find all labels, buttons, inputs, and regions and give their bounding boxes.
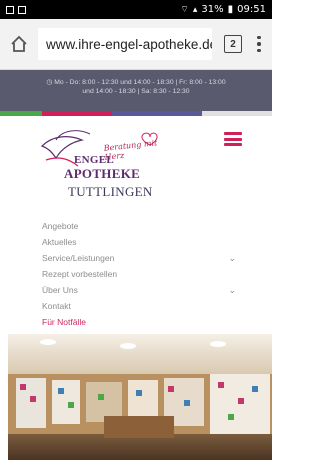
tab-count: 2 (230, 38, 236, 50)
nav-item-angebote[interactable]: Angebote (42, 218, 242, 234)
nav-item-kontakt[interactable]: Kontakt (42, 298, 242, 314)
browser-menu-button[interactable] (252, 35, 266, 53)
logo-line-apotheke: APOTHEKE (64, 166, 141, 181)
battery-percent: 31% (201, 4, 224, 15)
nav-item-aktuelles[interactable]: Aktuelles (42, 234, 242, 250)
status-bar: ⌔ ▴ 31% ▮ 09:51 (0, 0, 272, 19)
nav-label: Kontakt (42, 301, 71, 311)
store-photo-graphic (8, 334, 272, 460)
hamburger-menu-button[interactable] (224, 132, 242, 146)
home-icon (11, 35, 27, 52)
nav-item-ueber-uns[interactable]: Über Uns ⌄ (42, 282, 242, 298)
notification-icon (6, 5, 14, 14)
store-interior-photo (8, 334, 272, 460)
nav-item-rezept[interactable]: Rezept vorbestellen (42, 266, 242, 282)
chevron-down-icon[interactable]: ⌄ (228, 285, 236, 296)
stripe-gray (202, 111, 272, 116)
nav-label: Aktuelles (42, 237, 77, 247)
logo-line-tuttlingen: TUTTLINGEN (68, 184, 153, 199)
gallery-icon (18, 5, 26, 14)
nav-label: Über Uns (42, 285, 78, 295)
nav-item-service[interactable]: Service/Leistungen ⌄ (42, 250, 242, 266)
nav-label: Rezept vorbestellen (42, 269, 118, 279)
wifi-icon: ⌔ (180, 5, 189, 15)
chevron-down-icon[interactable]: ⌄ (228, 253, 236, 264)
tab-switcher-button[interactable]: 2 (224, 35, 242, 53)
url-text: www.ihre-engel-apotheke.de (46, 36, 212, 52)
hamburger-menu-icon (224, 132, 242, 135)
stripe-pink (42, 111, 112, 116)
main-nav: Angebote Aktuelles Service/Leistungen ⌄ … (42, 218, 242, 330)
battery-icon: ▮ (227, 4, 234, 15)
opening-hours-banner: ◷ Mo - Do: 8:00 - 12:30 und 14:00 - 18:3… (0, 70, 272, 111)
browser-toolbar: www.ihre-engel-apotheke.de 2 (0, 19, 272, 70)
more-vert-icon (257, 35, 261, 40)
nav-label: Angebote (42, 221, 79, 231)
stripe-green (0, 111, 42, 116)
nav-item-notfaelle[interactable]: Für Notfälle (42, 314, 242, 330)
stripe-purple (112, 111, 202, 116)
color-stripe (0, 111, 272, 116)
hours-line-2: und 14:00 - 18:30 | Sa: 8:30 - 12:30 (82, 88, 190, 95)
notification-icons (6, 5, 26, 14)
home-button[interactable] (6, 31, 32, 57)
logo-line-engel: ENGEL (74, 154, 115, 166)
status-right: ⌔ ▴ 31% ▮ 09:51 (180, 4, 266, 15)
hours-line-1: ◷ Mo - Do: 8:00 - 12:30 und 14:00 - 18:3… (46, 79, 226, 86)
signal-icon: ▴ (192, 4, 198, 15)
pharmacy-logo[interactable]: Beratung mit Herz ENGEL APOTHEKE TUTTLIN… (38, 126, 178, 208)
clock: 09:51 (237, 4, 266, 15)
nav-label: Service/Leistungen (42, 253, 115, 263)
nav-label: Für Notfälle (42, 317, 86, 327)
address-bar[interactable]: www.ihre-engel-apotheke.de (38, 28, 212, 60)
